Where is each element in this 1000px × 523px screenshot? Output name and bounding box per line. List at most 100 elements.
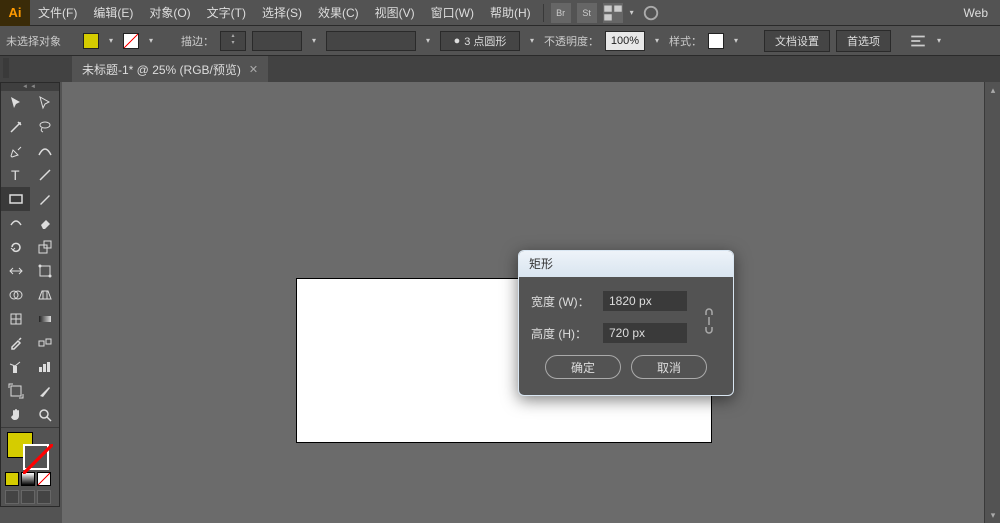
var-width-dropdown-icon[interactable]: ▾: [422, 36, 434, 45]
cancel-button[interactable]: 取消: [631, 355, 707, 379]
no-selection-label: 未选择对象: [6, 33, 61, 49]
slice-tool[interactable]: [30, 379, 59, 403]
rotate-tool[interactable]: [1, 235, 30, 259]
preferences-button[interactable]: 首选项: [836, 30, 891, 52]
color-mode-fill[interactable]: [5, 472, 19, 486]
height-label: 高度 (H)：: [531, 325, 595, 342]
zoom-tool[interactable]: [30, 403, 59, 427]
arrange-docs-icon[interactable]: [603, 3, 623, 23]
svg-text:T: T: [11, 167, 20, 183]
draw-modes-row: [1, 488, 59, 506]
gpu-icon[interactable]: [641, 3, 661, 23]
line-segment-tool[interactable]: [30, 163, 59, 187]
direct-selection-tool[interactable]: [30, 91, 59, 115]
pen-tool[interactable]: [1, 139, 30, 163]
menu-window[interactable]: 窗口(W): [423, 4, 482, 21]
style-dropdown-icon[interactable]: ▾: [730, 36, 742, 45]
draw-inside[interactable]: [37, 490, 51, 504]
magic-wand-tool[interactable]: [1, 115, 30, 139]
opacity-input[interactable]: 100%: [605, 31, 645, 51]
align-icon[interactable]: [909, 32, 927, 50]
perspective-grid-tool[interactable]: [30, 283, 59, 307]
bridge-icon[interactable]: Br: [551, 3, 571, 23]
menu-view[interactable]: 视图(V): [367, 4, 423, 21]
ok-button[interactable]: 确定: [545, 355, 621, 379]
style-label: 样式：: [669, 33, 702, 49]
curvature-tool[interactable]: [30, 139, 59, 163]
vertical-scrollbar[interactable]: ▴ ▾: [984, 82, 1000, 523]
stroke-weight-field[interactable]: [252, 31, 302, 51]
height-input[interactable]: [603, 323, 687, 343]
scroll-track[interactable]: [985, 98, 1000, 507]
scroll-down-icon[interactable]: ▾: [985, 507, 1000, 523]
stroke-label: 描边：: [181, 33, 214, 49]
tools-separator: [1, 427, 59, 428]
rectangle-tool[interactable]: [1, 187, 30, 211]
color-mode-none[interactable]: [37, 472, 51, 486]
width-label: 宽度 (W)：: [531, 293, 595, 310]
tools-panel-handle[interactable]: ◄◄: [1, 83, 59, 91]
close-tab-icon[interactable]: ✕: [249, 63, 258, 76]
shaper-tool[interactable]: [1, 211, 30, 235]
workspace-label[interactable]: Web: [964, 6, 1000, 20]
draw-normal[interactable]: [5, 490, 19, 504]
menu-effect[interactable]: 效果(C): [310, 4, 367, 21]
lasso-tool[interactable]: [30, 115, 59, 139]
graphic-style-swatch[interactable]: [708, 33, 724, 49]
gradient-tool[interactable]: [30, 307, 59, 331]
type-tool[interactable]: T: [1, 163, 30, 187]
symbol-sprayer-tool[interactable]: [1, 355, 30, 379]
width-tool[interactable]: [1, 259, 30, 283]
shape-builder-tool[interactable]: [1, 283, 30, 307]
brush-definition[interactable]: ● 3 点圆形: [440, 31, 520, 51]
scale-tool[interactable]: [30, 235, 59, 259]
scroll-up-icon[interactable]: ▴: [985, 82, 1000, 98]
mesh-tool[interactable]: [1, 307, 30, 331]
document-tab-title: 未标题-1* @ 25% (RGB/预览): [82, 61, 241, 78]
stroke-color-box[interactable]: [23, 444, 49, 470]
brush-dropdown-icon[interactable]: ▾: [526, 36, 538, 45]
app-logo-text: Ai: [9, 5, 22, 20]
menu-edit[interactable]: 编辑(E): [85, 4, 141, 21]
options-bar: 未选择对象 ▾ ▾ 描边： ▴▾ ▾ ▾ ● 3 点圆形 ▾ 不透明度： 100…: [0, 26, 1000, 56]
menu-select[interactable]: 选择(S): [254, 4, 310, 21]
stroke-dropdown-icon[interactable]: ▾: [145, 36, 157, 45]
menu-help[interactable]: 帮助(H): [482, 4, 539, 21]
dialog-title[interactable]: 矩形: [519, 251, 733, 277]
opacity-dropdown-icon[interactable]: ▾: [651, 36, 663, 45]
width-input[interactable]: [603, 291, 687, 311]
menu-file[interactable]: 文件(F): [30, 4, 85, 21]
eraser-tool[interactable]: [30, 211, 59, 235]
fill-dropdown-icon[interactable]: ▾: [105, 36, 117, 45]
hand-tool[interactable]: [1, 403, 30, 427]
menu-separator: [543, 4, 544, 22]
color-mode-gradient[interactable]: [21, 472, 35, 486]
opacity-label: 不透明度：: [544, 33, 599, 49]
menu-bar: Ai 文件(F) 编辑(E) 对象(O) 文字(T) 选择(S) 效果(C) 视…: [0, 0, 1000, 26]
fill-stroke-control[interactable]: [1, 430, 59, 470]
menu-type[interactable]: 文字(T): [199, 4, 254, 21]
fill-swatch[interactable]: [83, 33, 99, 49]
blend-tool[interactable]: [30, 331, 59, 355]
draw-behind[interactable]: [21, 490, 35, 504]
stroke-weight-dropdown-icon[interactable]: ▾: [308, 36, 320, 45]
var-width-profile[interactable]: [326, 31, 416, 51]
tabbar-handle[interactable]: [3, 58, 9, 78]
document-tab[interactable]: 未标题-1* @ 25% (RGB/预览) ✕: [72, 56, 268, 82]
constrain-proportions-icon[interactable]: [701, 307, 717, 335]
artboard-tool[interactable]: [1, 379, 30, 403]
menu-object[interactable]: 对象(O): [141, 4, 198, 21]
free-transform-tool[interactable]: [30, 259, 59, 283]
stroke-swatch[interactable]: [123, 33, 139, 49]
selection-tool[interactable]: [1, 91, 30, 115]
tools-panel: ◄◄ T: [0, 82, 60, 507]
stroke-weight-input[interactable]: ▴▾: [220, 31, 246, 51]
column-graph-tool[interactable]: [30, 355, 59, 379]
eyedropper-tool[interactable]: [1, 331, 30, 355]
arrange-dropdown-icon[interactable]: ▾: [626, 8, 638, 17]
stock-icon[interactable]: St: [577, 3, 597, 23]
align-dropdown-icon[interactable]: ▾: [933, 36, 945, 45]
paintbrush-tool[interactable]: [30, 187, 59, 211]
document-setup-button[interactable]: 文档设置: [764, 30, 830, 52]
rectangle-dialog: 矩形 宽度 (W)： 高度 (H)： 确定 取消: [518, 250, 734, 396]
